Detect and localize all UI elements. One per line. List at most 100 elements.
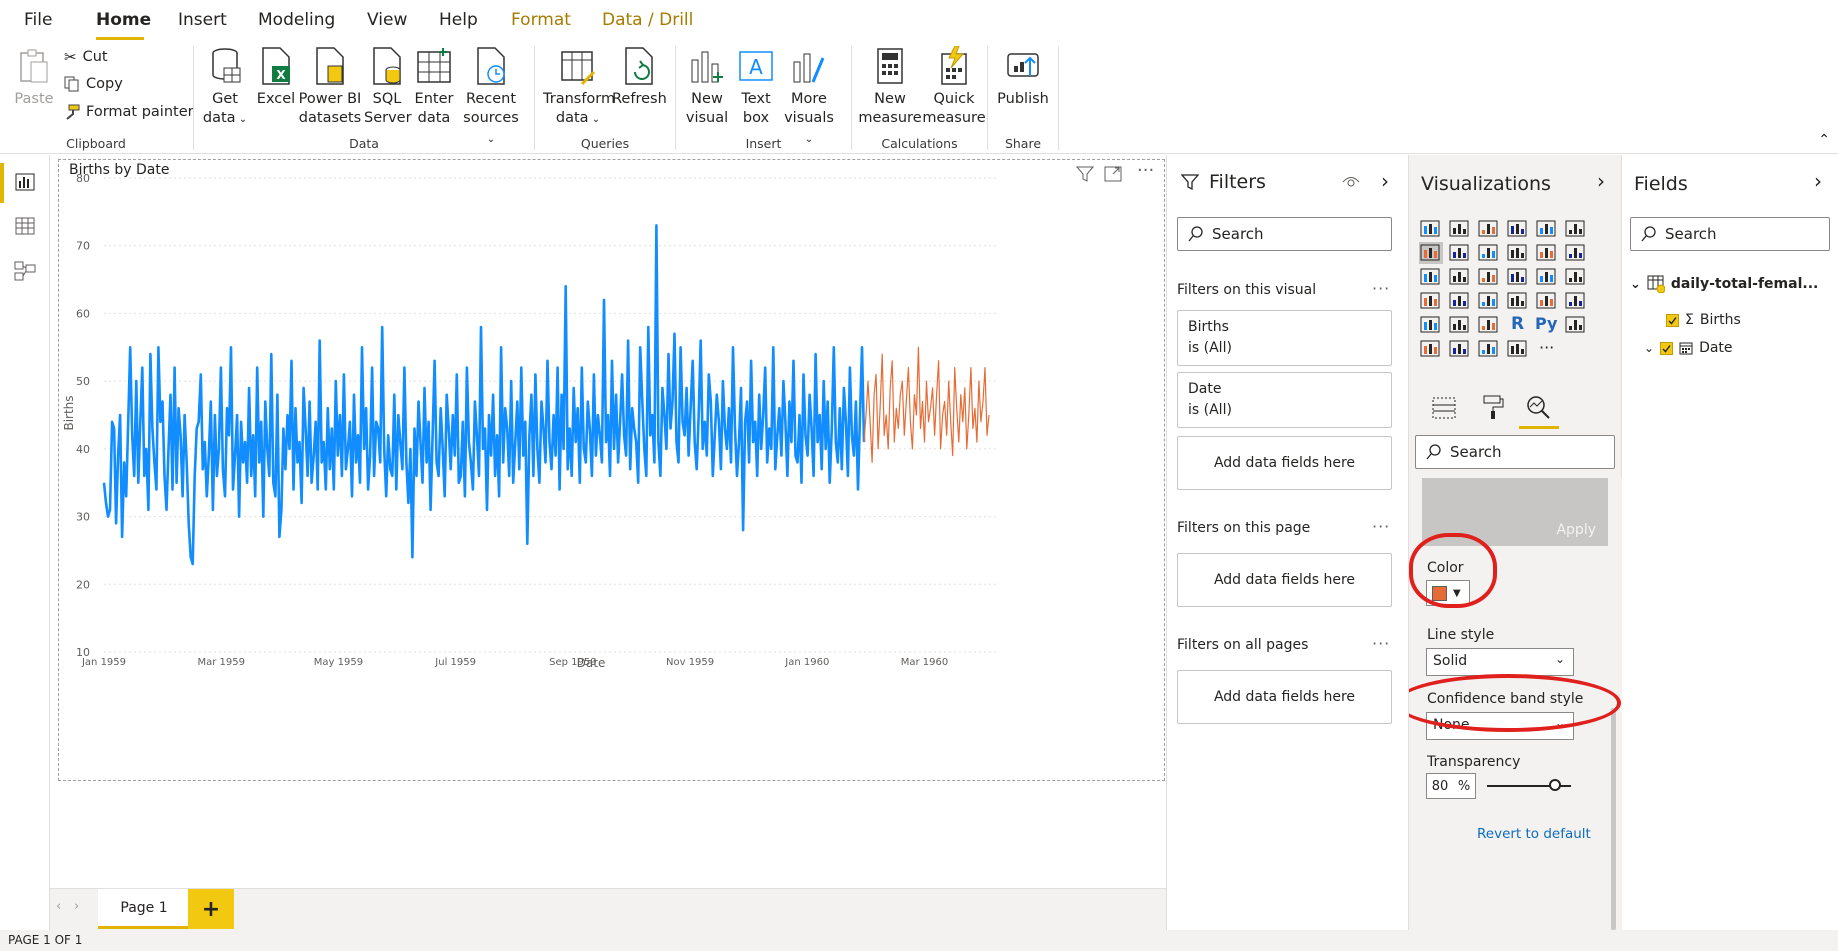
area-chart-icon[interactable] (1448, 242, 1472, 264)
table-node[interactable]: ⌄ daily-total-femal... (1630, 275, 1818, 293)
ribbon-chart-icon[interactable] (1564, 242, 1588, 264)
eye-icon[interactable] (1342, 175, 1360, 189)
python-visual-icon[interactable]: Py (1535, 314, 1559, 336)
actual-series-line[interactable] (102, 224, 866, 566)
stacked-column-icon[interactable] (1448, 218, 1472, 240)
add-page-button[interactable]: + (188, 889, 234, 929)
line-clustered-icon[interactable] (1535, 242, 1559, 264)
more-options-icon[interactable]: ··· (1372, 279, 1390, 298)
field-date[interactable]: ⌄ Date (1644, 340, 1733, 356)
enter-data-button[interactable]: Enter data (411, 46, 457, 128)
more-options-icon[interactable]: ··· (1372, 517, 1390, 536)
table-icon[interactable] (1448, 314, 1472, 336)
line-style-dropdown[interactable]: Solid ⌄ (1426, 648, 1574, 676)
kpi-icon[interactable] (1564, 290, 1588, 312)
recent-sources-button[interactable]: Recent sources ⌄ (459, 46, 523, 149)
more-visuals-button[interactable]: More visuals ⌄ (780, 46, 838, 149)
donut-icon[interactable] (1535, 266, 1559, 288)
collapse-viz-icon[interactable]: › (1597, 169, 1605, 193)
expand-field-icon[interactable]: ⌄ (1644, 341, 1654, 355)
paste-button[interactable]: Paste (14, 48, 54, 109)
tab-format[interactable]: Format (511, 10, 571, 30)
format-painter-button[interactable]: Format painter (64, 104, 194, 120)
transform-data-button[interactable]: Transform data ⌄ (543, 46, 615, 129)
waterfall-icon[interactable] (1419, 266, 1443, 288)
checkbox-icon[interactable] (1666, 313, 1679, 327)
map-icon[interactable] (1419, 290, 1443, 312)
report-canvas[interactable]: Births by Date ··· 10 20 30 40 50 60 70 80 Jan … (50, 155, 1166, 888)
field-births[interactable]: Σ Births (1666, 312, 1741, 328)
forecast-series-line[interactable] (863, 346, 990, 463)
paint-roller-icon[interactable] (1481, 394, 1505, 420)
report-view-icon[interactable] (15, 173, 35, 191)
text-box-button[interactable]: A Text box (734, 46, 778, 128)
card-icon[interactable] (1506, 290, 1530, 312)
clustered-bar-icon[interactable] (1477, 218, 1501, 240)
scatter-icon[interactable] (1477, 266, 1501, 288)
filter-card-births[interactable]: Births is (All) (1177, 310, 1392, 366)
revert-link[interactable]: Revert to default (1477, 826, 1591, 842)
transparency-slider[interactable] (1487, 779, 1571, 791)
filters-search-input[interactable]: Search (1177, 217, 1392, 251)
publish-button[interactable]: Publish (992, 46, 1054, 109)
transparency-input[interactable]: 80 % (1426, 773, 1476, 799)
format-search-input[interactable]: Search (1415, 435, 1615, 469)
more-visuals-icon[interactable]: ··· (1535, 338, 1559, 360)
line-column-icon[interactable] (1506, 242, 1530, 264)
prev-page-icon[interactable]: ‹ (56, 899, 61, 914)
paginated-icon[interactable] (1506, 338, 1530, 360)
filter-drop-zone-visual[interactable]: Add data fields here (1177, 436, 1392, 490)
checkbox-icon[interactable] (1660, 341, 1674, 355)
filter-drop-zone-all[interactable]: Add data fields here (1177, 670, 1392, 724)
data-view-icon[interactable] (15, 217, 35, 235)
analytics-magnifier-icon[interactable] (1525, 394, 1551, 420)
more-options-icon[interactable]: ··· (1372, 634, 1390, 653)
treemap-icon[interactable] (1564, 266, 1588, 288)
quick-measure-button[interactable]: Quick measure (922, 46, 986, 128)
column-100-icon[interactable] (1564, 218, 1588, 240)
decomposition-tree-icon[interactable] (1419, 338, 1443, 360)
multirow-card-icon[interactable] (1535, 290, 1559, 312)
key-influencers-icon[interactable] (1564, 314, 1588, 336)
tab-data-drill[interactable]: Data / Drill (602, 10, 693, 30)
fields-search-input[interactable]: Search (1630, 217, 1830, 251)
r-visual-icon[interactable]: R (1506, 314, 1530, 336)
cut-button[interactable]: ✂ Cut (64, 48, 108, 66)
line-chart-icon[interactable] (1419, 242, 1443, 264)
next-page-icon[interactable]: › (74, 899, 79, 914)
stacked-bar-icon[interactable] (1419, 218, 1443, 240)
collapse-fields-icon[interactable]: › (1814, 169, 1822, 193)
pbi-datasets-button[interactable]: Power BI datasets (298, 46, 362, 128)
page-tab-1[interactable]: Page 1 (98, 889, 190, 929)
excel-button[interactable]: X Excel (254, 46, 298, 109)
new-visual-button[interactable]: New visual (684, 46, 730, 128)
collapse-table-icon[interactable]: ⌄ (1630, 277, 1641, 292)
slicer-icon[interactable] (1419, 314, 1443, 336)
tab-help[interactable]: Help (439, 10, 478, 30)
narrative-icon[interactable] (1477, 338, 1501, 360)
refresh-button[interactable]: Refresh (612, 46, 667, 109)
filled-map-icon[interactable] (1448, 290, 1472, 312)
stacked-area-icon[interactable] (1477, 242, 1501, 264)
matrix-icon[interactable] (1477, 314, 1501, 336)
tab-home[interactable]: Home (96, 10, 151, 30)
copy-button[interactable]: Copy (64, 76, 123, 92)
sql-server-button[interactable]: SQL Server (364, 46, 412, 128)
filter-drop-zone-page[interactable]: Add data fields here (1177, 553, 1392, 607)
filter-card-date[interactable]: Date is (All) (1177, 372, 1392, 428)
clustered-column-icon[interactable] (1506, 218, 1530, 240)
tab-insert[interactable]: Insert (178, 10, 227, 30)
collapse-ribbon-icon[interactable]: ⌃ (1818, 132, 1830, 148)
line-chart-visual[interactable]: Births by Date ··· 10 20 30 40 50 60 70 80 Jan … (58, 159, 1165, 781)
collapse-filters-icon[interactable]: › (1381, 169, 1389, 193)
funnel-icon[interactable] (1448, 266, 1472, 288)
tab-view[interactable]: View (367, 10, 407, 30)
new-measure-button[interactable]: New measure (858, 46, 922, 128)
qa-icon[interactable] (1448, 338, 1472, 360)
slider-thumb[interactable] (1549, 779, 1561, 791)
bar-100-icon[interactable] (1535, 218, 1559, 240)
get-data-button[interactable]: Get data ⌄ (200, 46, 250, 129)
fields-well-icon[interactable] (1431, 396, 1457, 420)
pie-icon[interactable] (1506, 266, 1530, 288)
model-view-icon[interactable] (14, 261, 36, 281)
